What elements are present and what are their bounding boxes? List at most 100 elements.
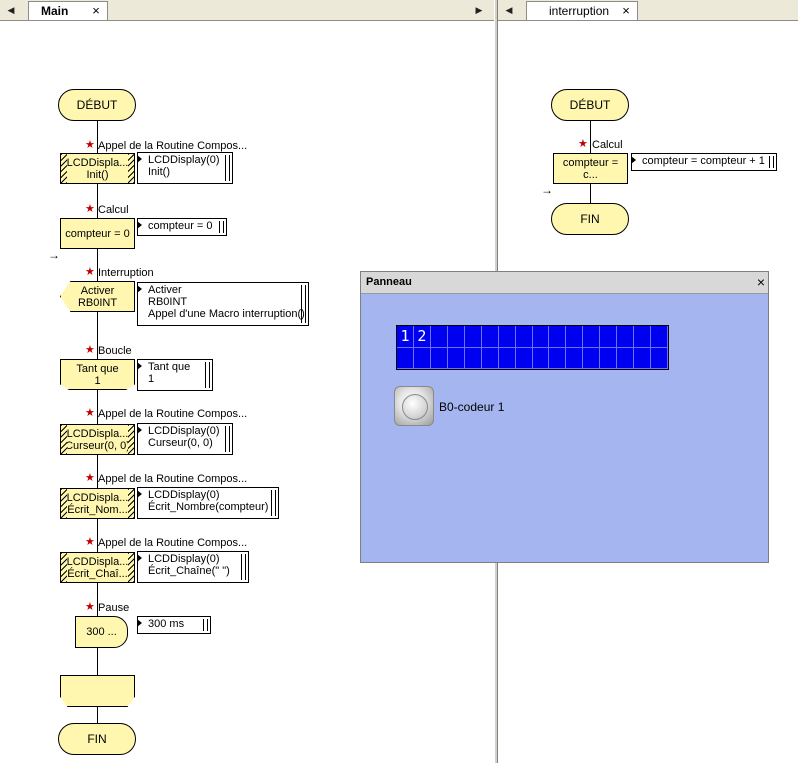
star-icon: ★	[578, 138, 588, 150]
star-icon: ★	[85, 266, 95, 278]
lcd-cell	[447, 326, 465, 348]
main-call-curseur-node[interactable]: LCDDispla... Curseur(0, 0)	[60, 424, 135, 455]
panneau-title: Panneau	[366, 276, 412, 288]
main-pause-node[interactable]: 300 ...	[75, 616, 128, 648]
lcd-cell	[481, 347, 499, 369]
int-debut-node[interactable]: DÉBUT	[551, 89, 629, 121]
comment-note[interactable]: LCDDisplay(0) Init()	[137, 152, 233, 184]
lcd-cell	[617, 326, 635, 348]
lcd-cell	[498, 326, 516, 348]
scroll-tabs-right-icon[interactable]: ▶	[472, 3, 486, 17]
int-fin-node[interactable]: FIN	[551, 203, 629, 235]
node-text: DÉBUT	[569, 98, 611, 112]
comment-note[interactable]: 300 ms	[137, 616, 211, 634]
lcd-cell	[532, 347, 550, 369]
node-text: FIN	[87, 732, 107, 746]
lcd-cell: 1	[397, 326, 414, 348]
lcd-cell	[566, 347, 584, 369]
node-text: Init()	[86, 168, 109, 181]
main-interruption-node[interactable]: Activer RB0INT	[60, 281, 135, 312]
main-calcul-node[interactable]: compteur = 0	[60, 218, 135, 249]
main-call-ecrit-chaine-node[interactable]: LCDDispla... Écrit_Chaî...	[60, 552, 135, 583]
note-text: compteur = 0	[148, 220, 213, 232]
lcd-cell	[634, 326, 652, 348]
star-icon: ★	[85, 344, 95, 356]
interruption-tabstrip: ◀ interruption ×	[498, 0, 798, 21]
note-notch	[631, 156, 636, 164]
lcd-cell	[583, 326, 601, 348]
main-call-init-node[interactable]: LCDDispla... Init()	[60, 153, 135, 184]
lcd-cell	[447, 347, 465, 369]
comment-note[interactable]: compteur = 0	[137, 218, 227, 236]
star-icon: ★	[85, 203, 95, 215]
lcd-cell	[600, 347, 618, 369]
star-icon: ★	[85, 407, 95, 419]
node-text: RB0INT	[77, 296, 118, 309]
lcd-cell	[617, 347, 635, 369]
close-panneau-icon[interactable]: ×	[757, 274, 765, 290]
lcd-cell	[481, 326, 499, 348]
node-text: LCDDispla...	[66, 555, 129, 568]
lcd-cell	[430, 326, 448, 348]
node-label: Appel de la Routine Compos...	[98, 537, 248, 549]
lcd-cell	[413, 347, 431, 369]
hatch-right	[128, 425, 134, 454]
comment-note[interactable]: LCDDisplay(0) Curseur(0, 0)	[137, 423, 233, 455]
lcd-cell	[566, 326, 584, 348]
lcd-cell	[634, 347, 652, 369]
comment-note[interactable]: LCDDisplay(0) Écrit_Chaîne(" ")	[137, 551, 249, 583]
lcd-cell	[515, 347, 533, 369]
note-text: LCDDisplay(0)	[148, 553, 220, 565]
star-icon: ★	[85, 601, 95, 613]
panneau-titlebar[interactable]: Panneau ×	[361, 272, 768, 294]
lcd-cell	[498, 347, 516, 369]
push-button-switch[interactable]	[394, 386, 434, 426]
note-text: Init()	[148, 166, 170, 178]
lcd-cell	[600, 326, 618, 348]
lcd-cell: 2	[413, 326, 431, 348]
node-text: 1	[94, 374, 101, 387]
tab-main-label: Main	[41, 4, 69, 18]
node-label: Interruption	[98, 267, 154, 279]
node-text: Activer	[80, 284, 115, 297]
note-text: compteur = compteur + 1	[642, 155, 765, 167]
lcd-cell	[651, 347, 668, 369]
tab-main[interactable]: Main ×	[28, 1, 108, 20]
comment-note[interactable]: compteur = compteur + 1	[631, 153, 777, 171]
note-text: LCDDisplay(0)	[148, 489, 220, 501]
comment-note[interactable]: Activer RB0INT Appel d'une Macro interru…	[137, 282, 309, 326]
main-call-ecrit-nombre-node[interactable]: LCDDispla... Écrit_Nom...	[60, 488, 135, 519]
star-icon: ★	[85, 472, 95, 484]
tab-interruption[interactable]: interruption ×	[526, 1, 638, 20]
note-notch	[137, 155, 142, 163]
note-text: Curseur(0, 0)	[148, 437, 213, 449]
close-tab-interruption-icon[interactable]: ×	[619, 3, 633, 19]
scroll-tabs-left-icon[interactable]: ◀	[502, 3, 516, 17]
lcd-cell	[397, 347, 414, 369]
hatch-left	[61, 425, 67, 454]
main-boucle-node[interactable]: Tant que 1	[60, 359, 135, 390]
lcd-display: 12	[396, 325, 669, 370]
node-label: Pause	[98, 602, 130, 614]
note-notch	[137, 221, 142, 229]
note-text: Activer	[148, 284, 182, 296]
node-label: Calcul	[98, 204, 129, 216]
hatch-left	[61, 553, 67, 582]
close-tab-main-icon[interactable]: ×	[89, 3, 103, 19]
note-text: Écrit_Chaîne(" ")	[148, 565, 230, 577]
node-label: Boucle	[98, 345, 132, 357]
comment-note[interactable]: Tant que 1	[137, 359, 213, 391]
hatch-left	[61, 489, 67, 518]
main-debut-node[interactable]: DÉBUT	[58, 89, 136, 121]
note-notch	[137, 619, 142, 627]
scroll-tabs-left-icon[interactable]: ◀	[4, 3, 18, 17]
lcd-cell	[549, 326, 567, 348]
lcd-cell	[464, 347, 482, 369]
int-calcul-node[interactable]: compteur = c...	[553, 153, 628, 184]
comment-note[interactable]: LCDDisplay(0) Écrit_Nombre(compteur)	[137, 487, 279, 519]
breakpoint-arrow-icon: →	[541, 183, 553, 197]
main-fin-node[interactable]: FIN	[58, 723, 136, 755]
node-text: 300 ...	[86, 626, 117, 638]
main-loop-end-node[interactable]	[60, 675, 135, 707]
note-text: RB0INT	[148, 296, 188, 308]
